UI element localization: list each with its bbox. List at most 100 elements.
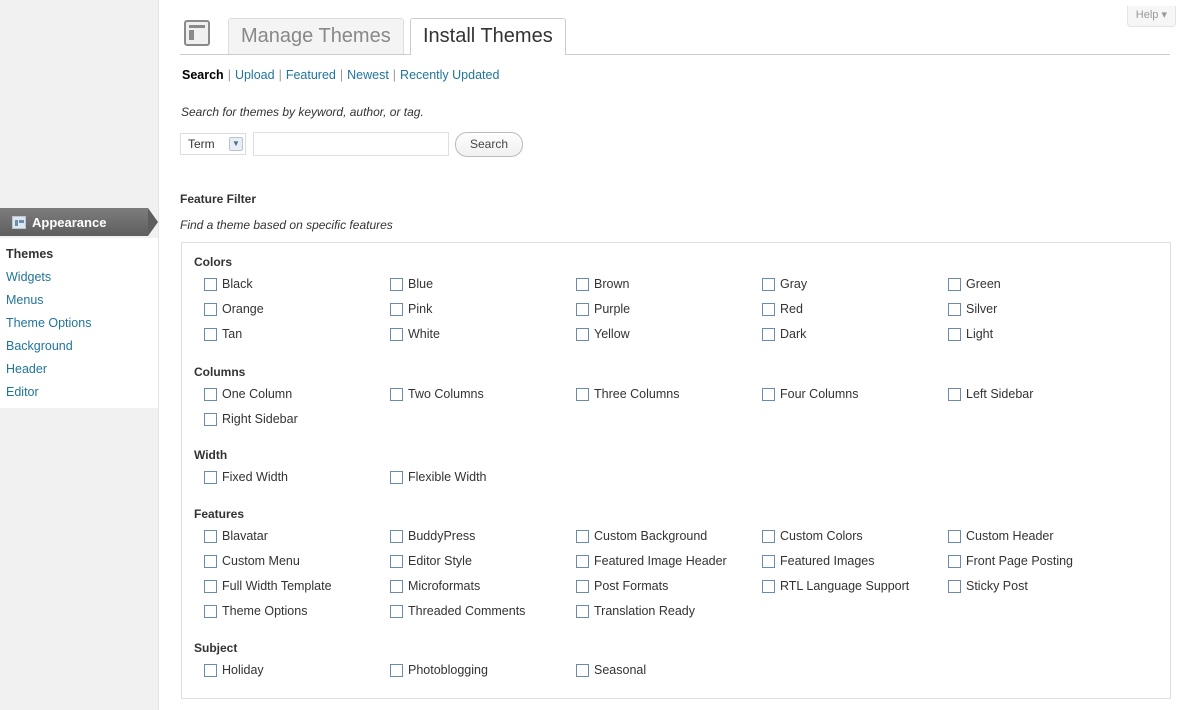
checkbox[interactable] — [576, 554, 589, 568]
filter-option-orange[interactable]: Orange — [204, 302, 264, 316]
filter-option-sticky-post[interactable]: Sticky Post — [948, 579, 1028, 593]
filter-option-microformats[interactable]: Microformats — [390, 579, 480, 593]
checkbox[interactable] — [762, 277, 775, 291]
checkbox[interactable] — [762, 554, 775, 568]
checkbox[interactable] — [576, 327, 589, 341]
checkbox[interactable] — [204, 579, 217, 593]
checkbox[interactable] — [948, 579, 961, 593]
filter-option-editor-style[interactable]: Editor Style — [390, 554, 472, 568]
filter-option-pink[interactable]: Pink — [390, 302, 432, 316]
checkbox[interactable] — [762, 579, 775, 593]
filter-option-custom-colors[interactable]: Custom Colors — [762, 529, 863, 543]
filter-option-holiday[interactable]: Holiday — [204, 663, 264, 677]
filter-option-gray[interactable]: Gray — [762, 277, 807, 291]
submenu-item-theme-options[interactable]: Theme Options — [0, 313, 158, 336]
checkbox[interactable] — [762, 302, 775, 316]
filter-option-blavatar[interactable]: Blavatar — [204, 529, 268, 543]
subnav-upload[interactable]: Upload — [235, 68, 275, 82]
checkbox[interactable] — [390, 277, 403, 291]
menu-appearance-head[interactable]: Appearance — [0, 208, 158, 236]
tab-manage-themes[interactable]: Manage Themes — [228, 18, 404, 54]
checkbox[interactable] — [948, 277, 961, 291]
filter-option-threaded-comments[interactable]: Threaded Comments — [390, 604, 525, 618]
filter-option-custom-header[interactable]: Custom Header — [948, 529, 1054, 543]
filter-option-black[interactable]: Black — [204, 277, 253, 291]
checkbox[interactable] — [204, 529, 217, 543]
search-button[interactable]: Search — [455, 132, 523, 157]
filter-option-yellow[interactable]: Yellow — [576, 327, 630, 341]
checkbox[interactable] — [204, 387, 217, 401]
filter-option-four-columns[interactable]: Four Columns — [762, 387, 859, 401]
submenu-item-editor[interactable]: Editor — [0, 382, 158, 405]
checkbox[interactable] — [390, 604, 403, 618]
filter-option-dark[interactable]: Dark — [762, 327, 806, 341]
filter-option-red[interactable]: Red — [762, 302, 803, 316]
filter-option-left-sidebar[interactable]: Left Sidebar — [948, 387, 1033, 401]
filter-option-two-columns[interactable]: Two Columns — [390, 387, 484, 401]
checkbox[interactable] — [390, 579, 403, 593]
checkbox[interactable] — [204, 554, 217, 568]
filter-option-post-formats[interactable]: Post Formats — [576, 579, 668, 593]
checkbox[interactable] — [204, 470, 217, 484]
subnav-recently-updated[interactable]: Recently Updated — [400, 68, 499, 82]
checkbox[interactable] — [390, 302, 403, 316]
checkbox[interactable] — [390, 554, 403, 568]
checkbox[interactable] — [204, 277, 217, 291]
checkbox[interactable] — [204, 327, 217, 341]
filter-option-fixed-width[interactable]: Fixed Width — [204, 470, 288, 484]
submenu-item-menus[interactable]: Menus — [0, 290, 158, 313]
filter-option-custom-background[interactable]: Custom Background — [576, 529, 707, 543]
submenu-item-widgets[interactable]: Widgets — [0, 267, 158, 290]
filter-option-featured-image-header[interactable]: Featured Image Header — [576, 554, 727, 568]
filter-option-green[interactable]: Green — [948, 277, 1001, 291]
checkbox[interactable] — [948, 302, 961, 316]
filter-option-purple[interactable]: Purple — [576, 302, 630, 316]
checkbox[interactable] — [576, 529, 589, 543]
submenu-item-themes[interactable]: Themes — [0, 244, 158, 267]
subnav-featured[interactable]: Featured — [286, 68, 336, 82]
submenu-item-header[interactable]: Header — [0, 359, 158, 382]
checkbox[interactable] — [576, 663, 589, 677]
checkbox[interactable] — [948, 554, 961, 568]
checkbox[interactable] — [390, 470, 403, 484]
filter-option-one-column[interactable]: One Column — [204, 387, 292, 401]
filter-option-white[interactable]: White — [390, 327, 440, 341]
checkbox[interactable] — [204, 302, 217, 316]
filter-option-blue[interactable]: Blue — [390, 277, 433, 291]
filter-option-right-sidebar[interactable]: Right Sidebar — [204, 412, 298, 426]
filter-option-theme-options[interactable]: Theme Options — [204, 604, 307, 618]
submenu-item-background[interactable]: Background — [0, 336, 158, 359]
tab-install-themes[interactable]: Install Themes — [410, 18, 566, 55]
filter-option-light[interactable]: Light — [948, 327, 993, 341]
checkbox[interactable] — [948, 387, 961, 401]
checkbox[interactable] — [948, 327, 961, 341]
checkbox[interactable] — [762, 387, 775, 401]
filter-option-three-columns[interactable]: Three Columns — [576, 387, 679, 401]
checkbox[interactable] — [390, 327, 403, 341]
filter-option-front-page-posting[interactable]: Front Page Posting — [948, 554, 1073, 568]
checkbox[interactable] — [390, 387, 403, 401]
checkbox[interactable] — [576, 579, 589, 593]
filter-option-translation-ready[interactable]: Translation Ready — [576, 604, 695, 618]
filter-option-tan[interactable]: Tan — [204, 327, 242, 341]
checkbox[interactable] — [576, 604, 589, 618]
checkbox[interactable] — [576, 302, 589, 316]
filter-option-buddypress[interactable]: BuddyPress — [390, 529, 475, 543]
checkbox[interactable] — [204, 412, 217, 426]
checkbox[interactable] — [576, 277, 589, 291]
filter-option-photoblogging[interactable]: Photoblogging — [390, 663, 488, 677]
checkbox[interactable] — [762, 529, 775, 543]
checkbox[interactable] — [948, 529, 961, 543]
checkbox[interactable] — [204, 604, 217, 618]
filter-option-rtl-language-support[interactable]: RTL Language Support — [762, 579, 909, 593]
checkbox[interactable] — [576, 387, 589, 401]
search-type-select[interactable]: Term ▼ — [180, 133, 246, 155]
subnav-newest[interactable]: Newest — [347, 68, 389, 82]
filter-option-silver[interactable]: Silver — [948, 302, 997, 316]
filter-option-custom-menu[interactable]: Custom Menu — [204, 554, 300, 568]
checkbox[interactable] — [204, 663, 217, 677]
search-input[interactable] — [253, 132, 449, 156]
checkbox[interactable] — [390, 529, 403, 543]
filter-option-flexible-width[interactable]: Flexible Width — [390, 470, 487, 484]
filter-option-seasonal[interactable]: Seasonal — [576, 663, 646, 677]
